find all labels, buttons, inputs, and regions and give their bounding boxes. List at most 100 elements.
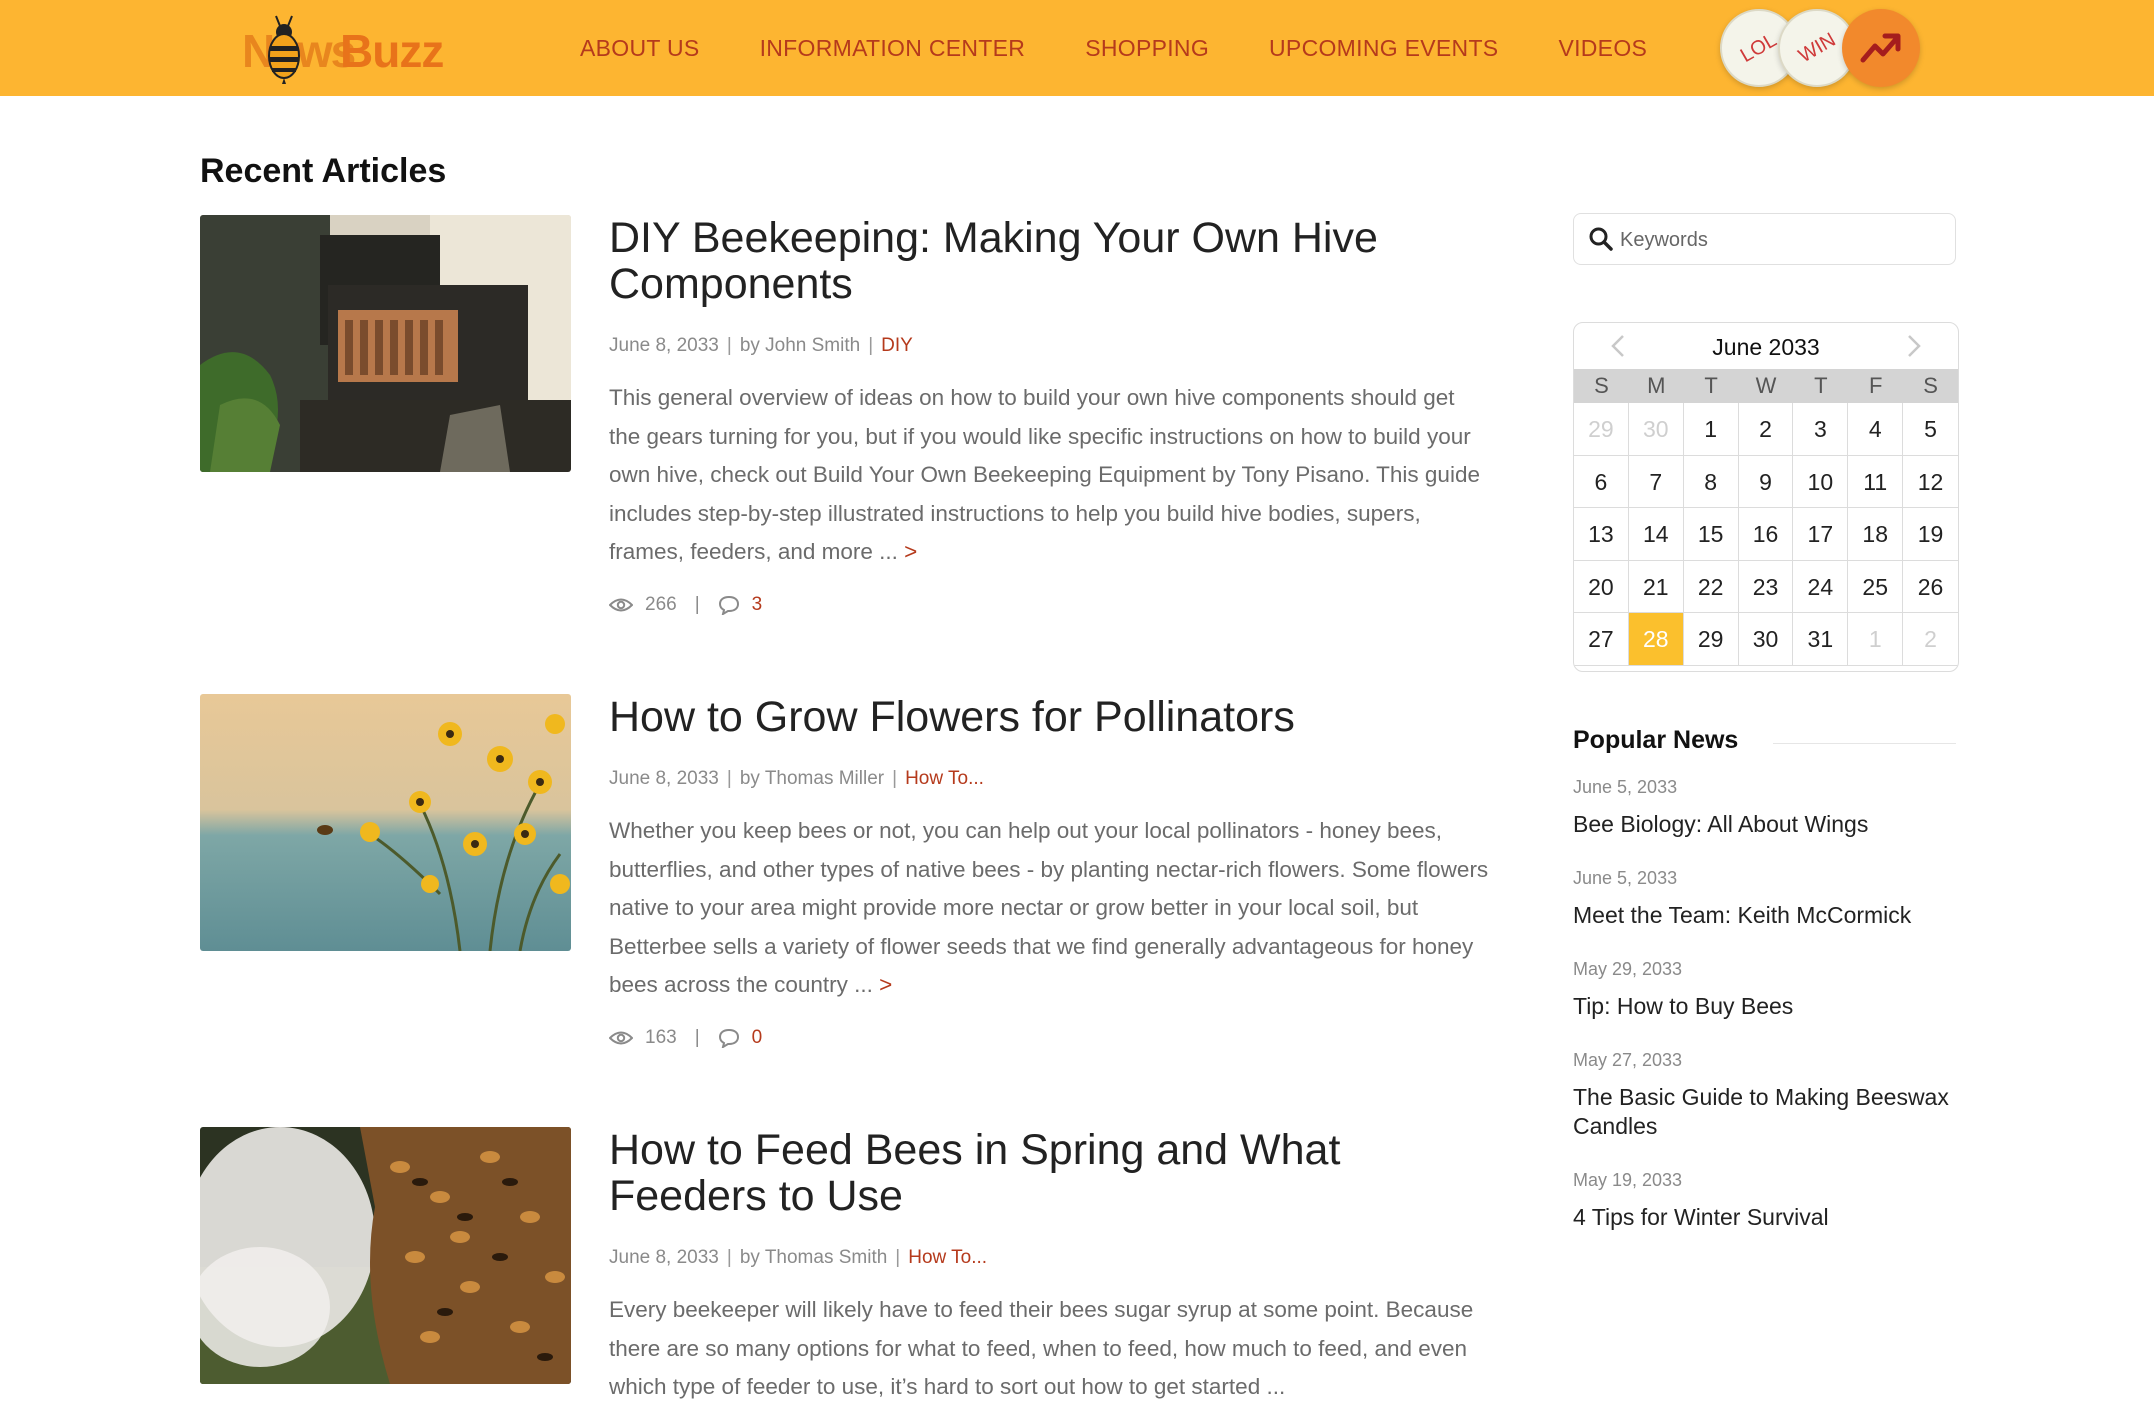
calendar-day[interactable]: 30 [1738,613,1794,666]
nav-upcoming-events[interactable]: UPCOMING EVENTS [1269,35,1498,62]
calendar-day[interactable]: 9 [1738,455,1794,508]
view-count: 163 [645,1026,677,1048]
calendar-day[interactable]: 7 [1628,455,1684,508]
nav-shopping[interactable]: SHOPPING [1085,35,1209,62]
popular-news-link[interactable]: Tip: How to Buy Bees [1573,992,1956,1021]
popular-news-item: May 27, 2033 The Basic Guide to Making Be… [1573,1050,1956,1141]
logo-word-buzz: Buzz [340,25,444,77]
site-logo[interactable]: News Buzz [242,10,472,86]
calendar-weekday: M [1628,369,1684,403]
trending-badge[interactable] [1842,9,1920,87]
calendar-day[interactable]: 29 [1683,613,1739,666]
popular-news-date: May 19, 2033 [1573,1170,1683,1190]
calendar-day[interactable]: 13 [1574,508,1629,561]
popular-news-link[interactable]: The Basic Guide to Making Beeswax Candle… [1573,1083,1956,1141]
calendar-day[interactable]: 18 [1848,508,1904,561]
popular-news-item: May 19, 2033 4 Tips for Winter Survival [1573,1170,1956,1232]
calendar-day[interactable]: 24 [1793,560,1849,613]
popular-news-link[interactable]: 4 Tips for Winter Survival [1573,1203,1956,1232]
calendar-day[interactable]: 10 [1793,455,1849,508]
calendar-weekday: T [1683,369,1739,403]
calendar-weekday: F [1848,369,1904,403]
article-excerpt-text: This general overview of ideas on how to… [609,385,1480,564]
calendar-day[interactable]: 25 [1848,560,1904,613]
search-icon[interactable] [1588,226,1614,252]
article-thumbnail[interactable] [200,1127,571,1384]
article-date: June 8, 2033 [609,335,719,356]
calendar-day[interactable]: 2 [1738,403,1794,456]
article-author[interactable]: by Thomas Miller [740,768,884,789]
article-body: How to Feed Bees in Spring and What Feed… [609,1127,1489,1407]
calendar-day[interactable]: 4 [1848,403,1904,456]
calendar-day[interactable]: 21 [1628,560,1684,613]
calendar-day[interactable]: 6 [1574,455,1629,508]
win-badge-label: WIN [1794,28,1840,67]
calendar-day[interactable]: 23 [1738,560,1794,613]
article-author[interactable]: by John Smith [740,335,860,356]
calendar-widget: June 2033 SMTWTFS 29 30 1 2 3 4 5 6 7 8 9 10 11 12 13 1… [1573,322,1959,672]
site-header: News Buzz ABOUT US INFORMATION CENTER SH… [0,0,2154,96]
popular-news-date: May 27, 2033 [1573,1050,1683,1070]
chevron-left-icon[interactable] [1610,333,1626,359]
nav-information-center[interactable]: INFORMATION CENTER [760,35,1026,62]
calendar-day[interactable]: 11 [1848,455,1904,508]
article-thumbnail[interactable] [200,215,571,472]
popular-news-item: June 5, 2033 Bee Biology: All About Wings [1573,777,1956,839]
comment-icon[interactable] [718,1028,740,1048]
bee-swarm-photo-icon [200,1127,571,1384]
calendar-day[interactable]: 3 [1793,403,1849,456]
calendar-day-today[interactable]: 28 [1628,613,1684,666]
calendar-day[interactable]: 2 [1903,613,1958,666]
article-category[interactable]: DIY [881,335,913,356]
calendar-day[interactable]: 5 [1903,403,1958,456]
article-thumbnail[interactable] [200,694,571,951]
calendar-day[interactable]: 31 [1793,613,1849,666]
comment-count[interactable]: 3 [752,594,763,616]
calendar-day[interactable]: 20 [1574,560,1629,613]
calendar-day[interactable]: 16 [1738,508,1794,561]
calendar-day[interactable]: 29 [1574,403,1629,456]
bee-icon [268,15,300,84]
eye-icon [609,598,633,611]
calendar-weekday: W [1738,369,1794,403]
article-title[interactable]: DIY Beekeeping: Making Your Own Hive Com… [609,215,1489,307]
eye-icon [609,1031,633,1044]
read-more-link[interactable]: > [904,539,917,564]
popular-news-header: Popular News [1573,726,1956,762]
nav-videos[interactable]: VIDEOS [1558,35,1647,62]
calendar-day[interactable]: 12 [1903,456,1958,508]
calendar-day[interactable]: 15 [1683,508,1739,561]
nav-about-us[interactable]: ABOUT US [580,35,700,62]
calendar-day[interactable]: 27 [1574,613,1629,666]
article-author[interactable]: by Thomas Smith [740,1247,887,1268]
calendar-day[interactable]: 1 [1683,403,1739,456]
chevron-right-icon[interactable] [1906,333,1922,359]
article-excerpt: Whether you keep bees or not, you can he… [609,812,1489,1005]
comment-count[interactable]: 0 [752,1027,763,1049]
article-meta: June 8, 2033 | by John Smith | DIY [609,335,913,356]
article-stats: 163 | 0 [609,1027,1489,1049]
article-excerpt-text: Whether you keep bees or not, you can he… [609,818,1489,997]
calendar-day[interactable]: 1 [1848,613,1904,666]
popular-news-link[interactable]: Bee Biology: All About Wings [1573,810,1956,839]
search-input[interactable] [1620,224,1940,256]
calendar-day[interactable]: 26 [1903,561,1958,613]
calendar-day[interactable]: 8 [1683,455,1739,508]
calendar-day[interactable]: 17 [1793,508,1849,561]
calendar-day[interactable]: 19 [1903,508,1958,561]
reaction-badges: LOL WIN [1720,9,1920,87]
article-meta: June 8, 2033 | by Thomas Miller | How To... [609,768,984,789]
calendar-day[interactable]: 30 [1628,403,1684,456]
search-box [1573,213,1956,265]
article-title[interactable]: How to Feed Bees in Spring and What Feed… [609,1127,1489,1219]
comment-icon[interactable] [718,595,740,615]
popular-news-link[interactable]: Meet the Team: Keith McCormick [1573,901,1956,930]
calendar-day[interactable]: 14 [1628,508,1684,561]
read-more-link[interactable]: > [879,972,892,997]
article-date: June 8, 2033 [609,1247,719,1268]
article-category[interactable]: How To... [908,1247,987,1268]
popular-news-date: May 29, 2033 [1573,959,1683,979]
article-title[interactable]: How to Grow Flowers for Pollinators [609,694,1489,740]
calendar-day[interactable]: 22 [1683,560,1739,613]
article-category[interactable]: How To... [905,768,984,789]
